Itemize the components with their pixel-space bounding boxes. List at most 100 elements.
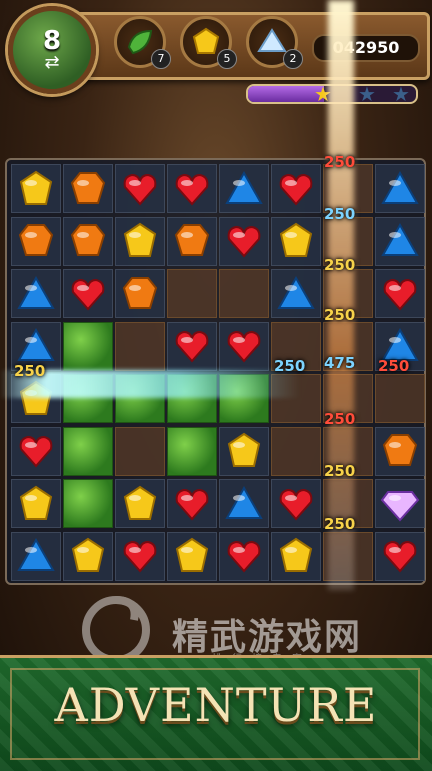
board-cell[interactable] (375, 269, 425, 318)
goal-leaf-count: 7 (151, 49, 171, 69)
board-cell[interactable] (167, 479, 217, 528)
board-cell[interactable] (63, 164, 113, 213)
score-popup: 475 (324, 354, 356, 372)
board-cell[interactable] (271, 479, 321, 528)
board-cell[interactable] (115, 321, 165, 371)
board-cell[interactable] (219, 531, 269, 581)
blue-triangle-gem-icon (381, 222, 419, 256)
board-cell[interactable] (219, 426, 269, 476)
orange-gem-icon (70, 171, 106, 204)
blue-triangle-gem-icon (277, 275, 315, 309)
goal-diamond-gem: 2 (246, 16, 303, 69)
board-cell[interactable] (167, 216, 217, 266)
yellow-gem-icon (279, 222, 313, 257)
yellow-gem-icon (192, 27, 220, 54)
blue-triangle-gem-icon (225, 485, 263, 519)
board-cell[interactable] (219, 269, 269, 318)
yellow-gem-icon (175, 537, 209, 572)
star-icon: ★ (358, 82, 376, 106)
board-cell[interactable] (63, 426, 113, 476)
blue-triangle-gem-icon (17, 537, 55, 571)
score-popup: 250 (324, 515, 356, 533)
score-popup: 250 (324, 256, 356, 274)
bottom-banner: ADVENTURE (0, 655, 432, 771)
yellow-gem-icon (227, 432, 261, 467)
board-cell[interactable] (11, 164, 61, 213)
red-heart-gem-icon (19, 435, 53, 468)
board-cell[interactable] (375, 374, 425, 423)
score-popup: 250 (324, 462, 356, 480)
goal-diamond-gem-count: 2 (283, 49, 303, 69)
blue-triangle-gem-icon (17, 275, 55, 309)
board-cell[interactable] (63, 479, 113, 528)
moves-counter: 8 ⇄ (8, 6, 96, 94)
board-cell[interactable] (63, 216, 113, 266)
red-heart-gem-icon (71, 278, 105, 311)
yellow-gem-icon (19, 485, 53, 520)
board-cell[interactable] (115, 479, 165, 528)
board-cell[interactable] (11, 426, 61, 476)
board-cell[interactable] (271, 269, 321, 318)
board-cell[interactable] (63, 321, 113, 371)
board-cell[interactable] (11, 216, 61, 266)
leaf-icon (127, 29, 153, 55)
blue-triangle-gem-icon (17, 327, 55, 361)
goal-leaf: 7 (114, 16, 171, 69)
board-cell[interactable] (219, 164, 269, 213)
red-heart-gem-icon (383, 278, 417, 311)
red-heart-gem-icon (383, 540, 417, 573)
board-cell[interactable] (11, 479, 61, 528)
board-cell[interactable] (219, 321, 269, 371)
board-cell[interactable] (375, 531, 425, 581)
board-cell[interactable] (63, 531, 113, 581)
board-cell[interactable] (115, 269, 165, 318)
board-cell[interactable] (375, 479, 425, 528)
banner-title: ADVENTURE (54, 678, 378, 732)
yellow-gem-icon (71, 537, 105, 572)
orange-gem-icon (18, 224, 54, 256)
red-heart-gem-icon (227, 330, 261, 363)
orange-gem-icon (382, 434, 418, 466)
swap-icon: ⇄ (44, 52, 60, 73)
board-cell[interactable] (115, 164, 165, 213)
yellow-gem-icon (123, 222, 157, 257)
score-popup: 250 (324, 306, 356, 324)
board-cell[interactable] (375, 164, 425, 213)
score-progress-fill (248, 86, 324, 102)
goal-yellow-gem: 5 (180, 16, 237, 69)
board-cell[interactable] (167, 426, 217, 476)
moves-count: 8 (42, 26, 62, 56)
score-popup: 250 (14, 362, 46, 380)
board-cell[interactable] (167, 531, 217, 581)
yellow-gem-icon (279, 537, 313, 572)
blue-triangle-gem-icon (381, 170, 419, 204)
board-cell[interactable] (115, 426, 165, 476)
board-cell[interactable] (167, 269, 217, 318)
orange-gem-icon (70, 224, 106, 256)
board-cell[interactable] (63, 269, 113, 318)
board-cell[interactable] (11, 269, 61, 318)
board-cell[interactable] (219, 479, 269, 528)
board-cell[interactable] (375, 216, 425, 266)
orange-gem-icon (122, 276, 158, 309)
yellow-gem-icon (19, 170, 53, 205)
red-heart-gem-icon (123, 540, 157, 573)
board-cell[interactable] (271, 164, 321, 213)
board-cell[interactable] (167, 164, 217, 213)
board-cell[interactable] (11, 531, 61, 581)
red-heart-gem-icon (123, 173, 157, 206)
board-cell[interactable] (375, 426, 425, 476)
board-cell[interactable] (219, 216, 269, 266)
red-heart-gem-icon (175, 330, 209, 363)
board-cell[interactable] (271, 216, 321, 266)
board-cell[interactable] (115, 216, 165, 266)
score-popup: 250 (274, 357, 306, 375)
board-cell[interactable] (167, 321, 217, 371)
yellow-gem-icon (123, 485, 157, 520)
board-cell[interactable] (271, 531, 321, 581)
red-heart-gem-icon (175, 488, 209, 521)
board-cell[interactable] (115, 531, 165, 581)
diamond-gem-icon (257, 28, 287, 52)
board-cell[interactable] (271, 426, 321, 476)
star-icon: ★ (392, 82, 410, 106)
